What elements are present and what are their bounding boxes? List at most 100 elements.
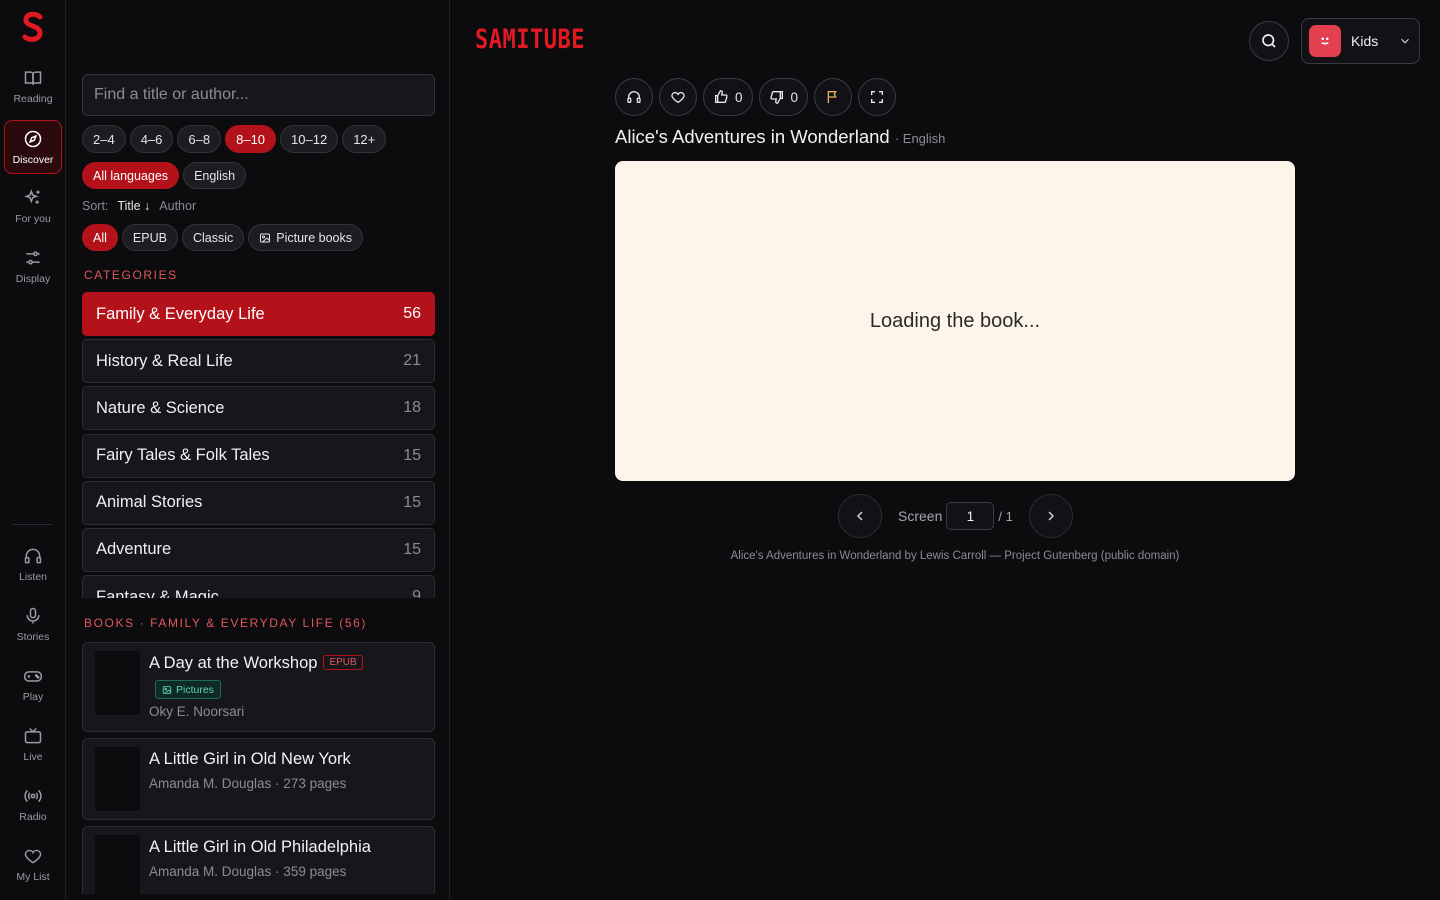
reader-title: Alice's Adventures in Wonderland · Engli…	[615, 126, 945, 148]
book-cover	[95, 747, 140, 811]
pictures-tag-label: Pictures	[176, 683, 214, 696]
headphones-icon	[24, 548, 42, 563]
smiley-icon	[1321, 37, 1329, 45]
sort-control: Sort: Title ↓ Author	[82, 199, 196, 213]
sort-by-title[interactable]: Title ↓	[117, 199, 150, 213]
category-item[interactable]: Animal Stories 15	[82, 480, 435, 525]
favorite-button[interactable]	[659, 78, 697, 116]
thumbs-down-icon	[769, 91, 783, 104]
rail-item-radio[interactable]: Radio	[4, 777, 62, 831]
rail-item-listen[interactable]: Listen	[4, 537, 62, 591]
category-name: Nature & Science	[96, 398, 225, 417]
rail-item-reading[interactable]: Reading	[4, 59, 62, 113]
sort-by-author[interactable]: Author	[159, 199, 196, 213]
category-count: 15	[403, 446, 421, 464]
category-item[interactable]: Adventure 15	[82, 527, 435, 572]
screen-total: / 1	[998, 508, 1013, 524]
book-card[interactable]: A Little Girl in Old New York Amanda M. …	[82, 738, 435, 820]
rail-label: Reading	[13, 92, 53, 105]
app-logo[interactable]	[0, 8, 66, 46]
profile-switcher[interactable]: Kids	[1301, 18, 1420, 64]
age-filter: 2–4 4–6 6–8 8–10 10–12 12+	[82, 125, 387, 153]
book-title: A Little Girl in Old Philadelphia	[149, 838, 371, 856]
epub-badge: EPUB	[323, 655, 363, 670]
format-chip-epub[interactable]: EPUB	[121, 224, 178, 251]
image-icon	[260, 233, 271, 242]
compass-icon	[24, 130, 42, 147]
search-input[interactable]	[82, 74, 435, 116]
rail-item-live[interactable]: Live	[4, 717, 62, 771]
age-chip[interactable]: 12+	[342, 125, 387, 153]
age-chip[interactable]: 6–8	[177, 125, 222, 153]
book-card[interactable]: A Little Girl in Old Philadelphia Amanda…	[82, 826, 435, 894]
dislike-button[interactable]: 0	[758, 78, 809, 116]
logo-mark	[22, 11, 43, 42]
category-item-active[interactable]: Family & Everyday Life 56	[82, 292, 435, 336]
category-name: Fairy Tales & Folk Tales	[96, 446, 270, 465]
rail-item-for-you[interactable]: For you	[4, 179, 62, 233]
rail-divider	[13, 524, 53, 525]
category-name: Family & Everyday Life	[96, 304, 265, 323]
book-author: Oky E. Noorsari	[149, 704, 245, 719]
language-chip-english[interactable]: English	[183, 162, 247, 189]
age-chip[interactable]: 10–12	[280, 125, 339, 153]
book-card[interactable]: A Day at the Workshop EPUB Pictures Oky E…	[82, 642, 435, 732]
rail-label: Play	[22, 690, 44, 703]
icon-rail: Reading Discover For you Display Listen …	[0, 0, 66, 900]
rail-label: Stories	[16, 630, 50, 643]
rail-label: Listen	[18, 570, 48, 583]
next-screen-button[interactable]	[1028, 494, 1073, 538]
format-chip-classic[interactable]: Classic	[181, 224, 245, 251]
category-item[interactable]: History & Real Life 21	[82, 339, 435, 384]
reader-toolbar: 0 0	[615, 78, 897, 116]
headphones-icon	[627, 91, 641, 103]
rail-label: Radio	[19, 810, 47, 823]
category-list[interactable]: Family & Everyday Life 56 History & Real…	[82, 292, 435, 598]
format-chip-label: Picture books	[276, 230, 352, 245]
flag-icon	[827, 91, 837, 103]
like-button[interactable]: 0	[703, 78, 753, 116]
rail-item-discover[interactable]: Discover	[4, 120, 62, 174]
search-icon	[1262, 34, 1276, 48]
language-chip-all[interactable]: All languages	[82, 162, 180, 189]
rail-item-display[interactable]: Display	[4, 239, 62, 293]
format-chip-picture-books[interactable]: Picture books	[248, 224, 363, 251]
screen-number-input[interactable]	[946, 502, 995, 530]
heart-icon	[671, 91, 685, 104]
fullscreen-button[interactable]	[858, 78, 897, 116]
brand-logo[interactable]: SAMITUBE	[475, 25, 585, 55]
category-item[interactable]: Nature & Science 18	[82, 386, 435, 431]
reader-book-title: Alice's Adventures in Wonderland	[615, 126, 890, 147]
search-button[interactable]	[1249, 21, 1289, 61]
rail-label: Discover	[12, 153, 54, 166]
age-chip-active[interactable]: 8–10	[225, 125, 277, 153]
format-filter: All EPUB Classic Picture books	[82, 224, 363, 251]
radio-icon	[24, 789, 42, 802]
rail-label: My List	[16, 870, 50, 883]
rail-item-stories[interactable]: Stories	[4, 597, 62, 651]
reader-canvas[interactable]: Loading the book...	[615, 161, 1295, 481]
rail-item-play[interactable]: Play	[4, 657, 62, 711]
category-count: 15	[403, 493, 421, 511]
age-chip[interactable]: 4–6	[129, 125, 174, 153]
previous-screen-button[interactable]	[838, 494, 882, 538]
age-chip[interactable]: 2–4	[82, 125, 126, 153]
chevron-right-icon	[1048, 511, 1054, 521]
book-list[interactable]: A Day at the Workshop EPUB Pictures Oky E…	[82, 642, 435, 894]
book-cover	[95, 835, 140, 894]
listen-button[interactable]	[615, 78, 653, 116]
format-chip-all[interactable]: All	[82, 224, 118, 251]
browse-panel: 2–4 4–6 6–8 8–10 10–12 12+ All languages…	[66, 0, 450, 900]
pictures-tag: Pictures	[155, 680, 221, 699]
category-item[interactable]: Fantasy & Magic 9	[82, 575, 435, 598]
category-name: Adventure	[96, 540, 172, 559]
gamepad-icon	[23, 670, 43, 682]
rail-item-my-list[interactable]: My List	[4, 837, 62, 891]
category-item[interactable]: Fairy Tales & Folk Tales 15	[82, 433, 435, 478]
profile-name: Kids	[1351, 33, 1379, 49]
category-count: 18	[403, 399, 421, 417]
book-title: A Little Girl in Old New York	[149, 750, 351, 768]
tv-icon	[24, 727, 42, 743]
avatar	[1309, 25, 1341, 57]
report-button[interactable]	[814, 78, 853, 116]
